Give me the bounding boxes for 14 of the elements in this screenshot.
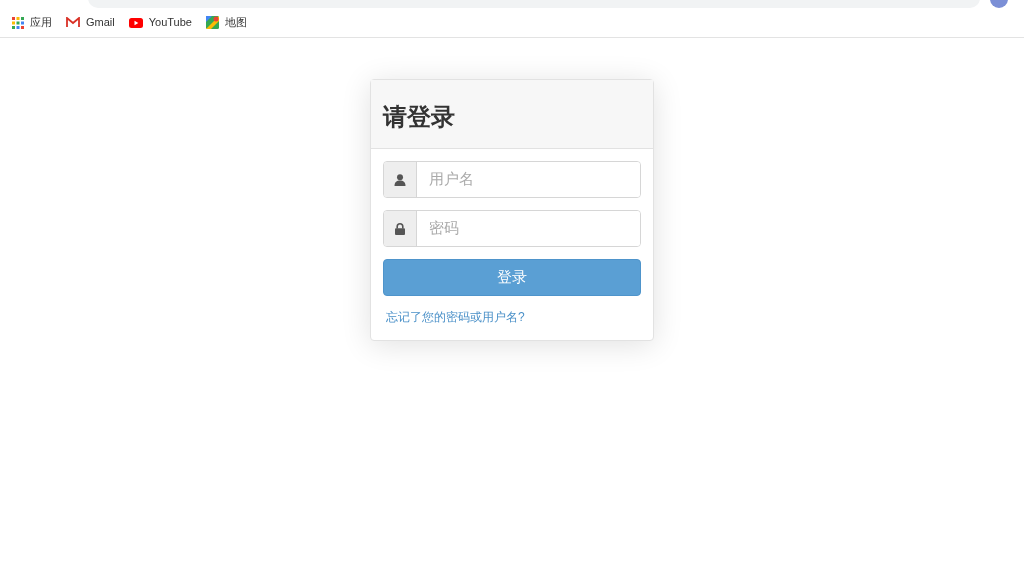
play-icon (128, 17, 143, 28)
apps-grid-icon (12, 16, 24, 29)
user-icon (394, 173, 406, 186)
bookmark-link[interactable]: 应用 (30, 14, 52, 31)
lock-icon (395, 222, 405, 235)
bookmark-link[interactable]: Gmail (86, 14, 115, 31)
forgot-password-link[interactable]: 忘记了您的密码或用户名? (386, 308, 525, 326)
password-field[interactable]: 密码 (383, 210, 641, 247)
bookmark-link[interactable]: YouTube (148, 14, 192, 31)
username-field[interactable]: 用户名 (383, 161, 641, 198)
login-title: 请登录 (383, 102, 456, 132)
bookmark-link[interactable]: 地图 (224, 14, 247, 31)
mail-icon (66, 17, 80, 28)
map-icon (205, 16, 219, 29)
